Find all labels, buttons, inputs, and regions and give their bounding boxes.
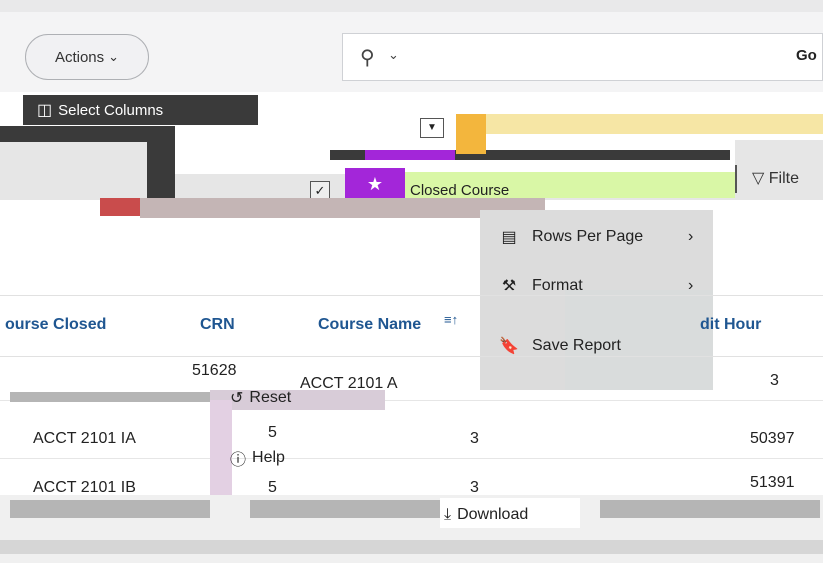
actions-button[interactable]: Actions ⌄ [25, 34, 149, 80]
render-artifact [10, 500, 210, 518]
column-header[interactable]: Course Name [318, 316, 421, 334]
search-input[interactable] [342, 33, 823, 81]
closed-course-label: Closed Course [410, 182, 510, 199]
chevron-down-icon[interactable]: ⌄ [388, 47, 399, 63]
render-artifact [250, 500, 440, 518]
column-header[interactable]: dit Hour [700, 316, 761, 334]
menu-item-select-columns[interactable]: ◫ Select Columns [23, 95, 258, 125]
menu-item-download[interactable]: ⤓ Download [444, 506, 528, 524]
dropdown-toggle[interactable]: ▼ [420, 118, 444, 138]
rows-per-page-label: Rows Per Page [532, 228, 644, 245]
column-header[interactable]: ourse Closed [5, 316, 106, 334]
course-name-cell: 3 [470, 430, 479, 447]
credit-hour-cell: 51391 [750, 474, 795, 491]
course-closed-cell: ACCT 2101 IA [33, 430, 136, 447]
column-header[interactable]: CRN [200, 316, 235, 334]
render-artifact [0, 540, 823, 554]
download-icon: ⤓ [444, 506, 452, 523]
chevron-down-icon: ⌄ [108, 49, 120, 64]
filter-label: Filte [768, 170, 799, 187]
menu-item-rows-per-page[interactable]: ▤ Rows Per Page › [498, 227, 693, 247]
highlight-block [456, 114, 486, 154]
download-label: Download [457, 506, 529, 523]
star-icon: ★ [345, 168, 405, 200]
crn-cell: 51628 [192, 362, 237, 379]
highlight-block [100, 198, 142, 216]
columns-icon: ◫ [37, 102, 53, 119]
select-columns-label: Select Columns [58, 101, 164, 119]
credit-hour-cell: 50397 [750, 430, 795, 447]
top-border [0, 0, 823, 12]
filter-icon: ▽ [752, 170, 765, 187]
go-button[interactable]: Go [796, 47, 817, 64]
credit-hour-cell: 3 [770, 372, 779, 389]
render-artifact [600, 500, 820, 518]
purple-strip [365, 150, 455, 160]
rows-icon: ▤ [501, 229, 517, 246]
chevron-right-icon: › [688, 228, 694, 245]
actions-label: Actions [54, 48, 105, 66]
highlight-strip [456, 114, 823, 134]
sort-ascending-icon[interactable]: ≡↑ [444, 312, 458, 327]
menu-glitch [147, 126, 175, 198]
search-icon[interactable]: ⚲ [360, 45, 375, 70]
divider [735, 165, 737, 193]
crn-cell: 5 [268, 424, 277, 441]
filter-button[interactable]: ▽ Filte [752, 168, 799, 188]
